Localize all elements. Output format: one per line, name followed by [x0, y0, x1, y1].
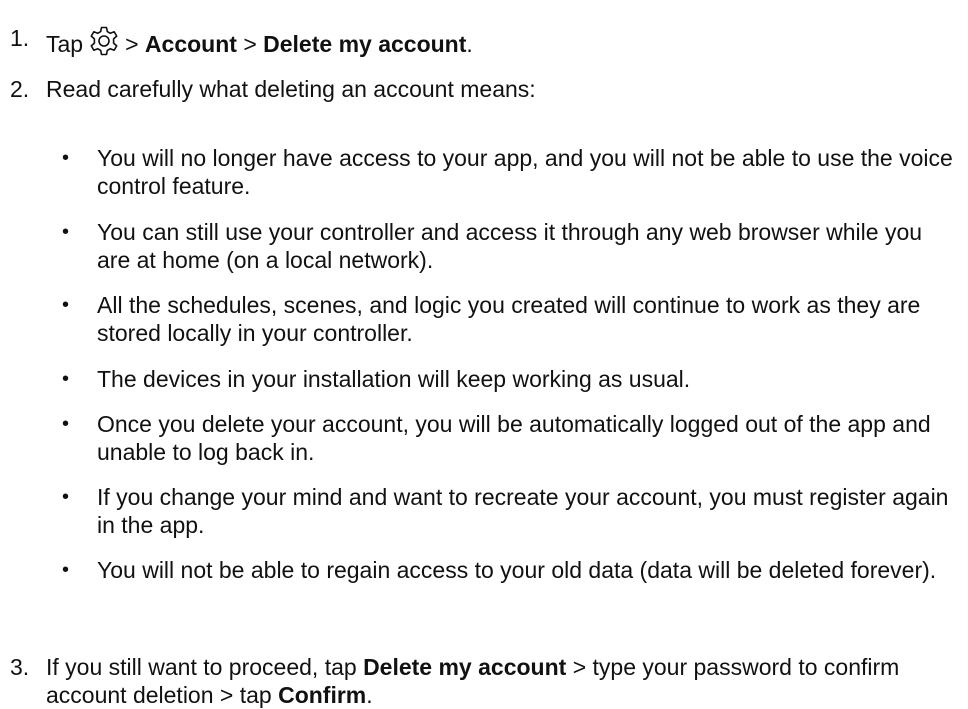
step-text: Read carefully what deleting an account …	[46, 76, 536, 102]
bullet-icon: •	[62, 368, 70, 390]
bullet-icon: •	[62, 147, 70, 169]
account-menu-label: Account	[144, 31, 237, 57]
step-text-prefix: Tap	[46, 31, 84, 57]
confirm-label: Confirm	[278, 682, 367, 708]
list-item-text: If you change your mind and want to recr…	[97, 484, 949, 538]
list-item-text: The devices in your installation will ke…	[97, 366, 691, 392]
bullet-icon: •	[62, 221, 70, 243]
period: .	[466, 31, 473, 57]
separator: >	[125, 31, 139, 57]
delete-account-label: Delete my account	[363, 654, 567, 680]
period: .	[366, 682, 373, 708]
bullet-icon: •	[62, 559, 70, 581]
separator: >	[243, 31, 257, 57]
list-item-text: You can still use your controller and ac…	[97, 219, 923, 273]
list-item-text: You will no longer have access to your a…	[97, 145, 953, 199]
step-number: 2.	[10, 76, 30, 102]
list-item-text: You will not be able to regain access to…	[97, 557, 937, 583]
list-item-text: All the schedules, scenes, and logic you…	[97, 292, 921, 346]
step-text: Tap > Account > Delete my account.	[46, 24, 960, 58]
step-number: 1.	[10, 25, 30, 51]
bullet-icon: •	[62, 486, 70, 508]
delete-account-label: Delete my account	[263, 31, 467, 57]
step-text: If you still want to proceed, tap Delete…	[46, 653, 960, 709]
step-text-part: If you still want to proceed, tap	[46, 654, 357, 680]
bullet-icon: •	[62, 294, 70, 316]
gear-icon	[87, 24, 121, 58]
bullet-icon: •	[62, 413, 70, 435]
list-item-text: Once you delete your account, you will b…	[97, 411, 931, 465]
step-number: 3.	[10, 654, 30, 680]
